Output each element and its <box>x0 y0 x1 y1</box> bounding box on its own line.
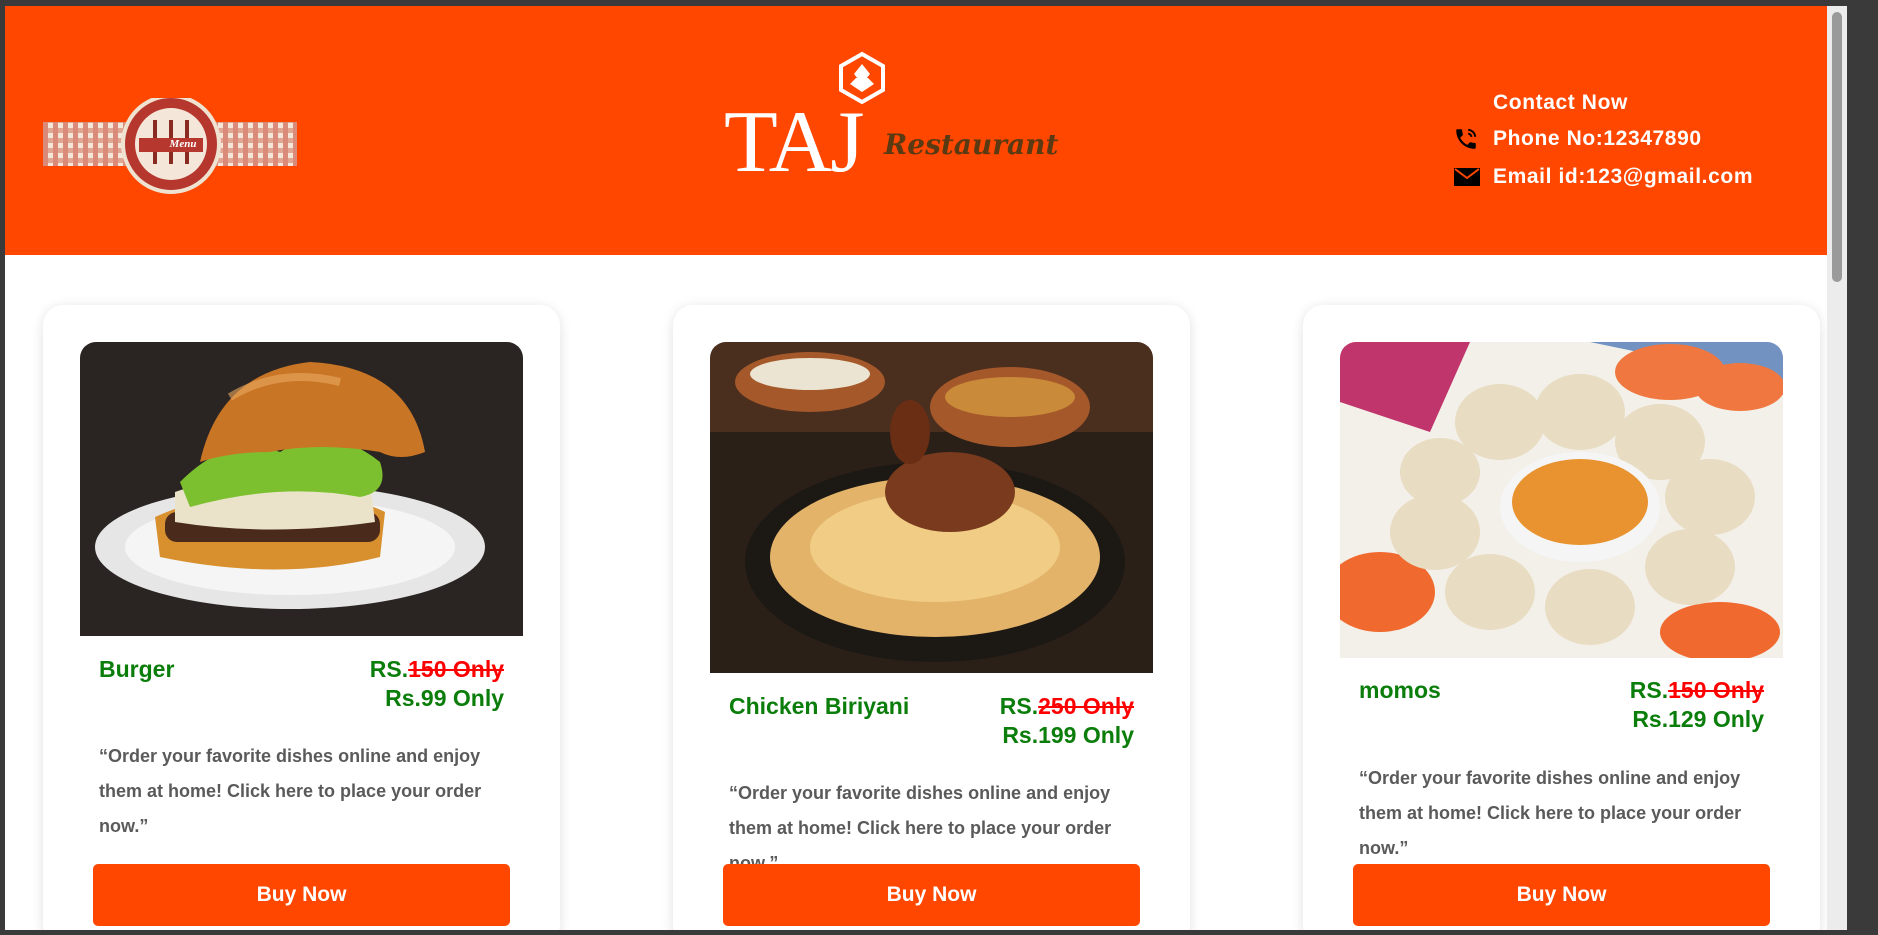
menu-card-chicken-biriyani: Chicken Biriyani RS.250 Only Rs.199 Only… <box>673 305 1190 930</box>
chicken-biriyani-image <box>710 342 1153 673</box>
phone-icon <box>1453 125 1493 153</box>
phone-number[interactable]: Phone No:12347890 <box>1493 127 1702 151</box>
vertical-scrollbar[interactable] <box>1827 6 1847 930</box>
item-price: RS.150 Only Rs.129 Only <box>1630 677 1764 733</box>
new-price: Rs.99 Only <box>385 685 504 711</box>
buy-now-button[interactable]: Buy Now <box>723 864 1140 926</box>
new-price: Rs.129 Only <box>1632 706 1764 732</box>
menu-card-momos: momos RS.150 Only Rs.129 Only “Order you… <box>1303 305 1820 930</box>
item-price: RS.150 Only Rs.99 Only <box>370 656 504 712</box>
contact-block: Contact Now Phone No:12347890 Email id:1… <box>1454 86 1753 196</box>
email-address[interactable]: Email id:123@gmail.com <box>1493 165 1753 189</box>
price-prefix: RS. <box>999 693 1039 719</box>
site-header: Menu TAJ Restaurant Contact Now Phone No… <box>5 6 1847 255</box>
item-name: Burger <box>99 656 175 682</box>
buy-now-button[interactable]: Buy Now <box>93 864 510 926</box>
logo-sub-text: Restaurant <box>884 128 1059 161</box>
new-price: Rs.199 Only <box>1002 722 1134 748</box>
logo-main-text: TAJ <box>724 94 865 191</box>
contact-title: Contact Now <box>1493 91 1628 114</box>
old-price: 150 Only <box>408 656 504 682</box>
taj-logo[interactable]: TAJ Restaurant <box>722 46 1058 206</box>
email-icon <box>1453 163 1493 191</box>
item-description: “Order your favorite dishes online and e… <box>99 746 482 836</box>
item-price: RS.250 Only Rs.199 Only <box>1000 693 1134 749</box>
old-price: 150 Only <box>1668 677 1764 703</box>
momos-image <box>1340 342 1783 658</box>
old-price: 250 Only <box>1038 693 1134 719</box>
item-description: “Order your favorite dishes online and e… <box>1359 768 1742 858</box>
menu-card-burger: Burger RS.150 Only Rs.99 Only “Order you… <box>43 305 560 930</box>
buy-now-button[interactable]: Buy Now <box>1353 864 1770 926</box>
price-prefix: RS. <box>369 656 409 682</box>
app-window: Menu TAJ Restaurant Contact Now Phone No… <box>5 6 1847 930</box>
menu-badge[interactable]: Menu <box>43 94 297 200</box>
burger-image <box>80 342 523 636</box>
price-prefix: RS. <box>1629 677 1669 703</box>
item-name: momos <box>1359 677 1441 703</box>
menu-badge-label: Menu <box>169 138 197 150</box>
scrollbar-thumb[interactable] <box>1832 12 1842 282</box>
item-name: Chicken Biriyani <box>729 693 910 719</box>
